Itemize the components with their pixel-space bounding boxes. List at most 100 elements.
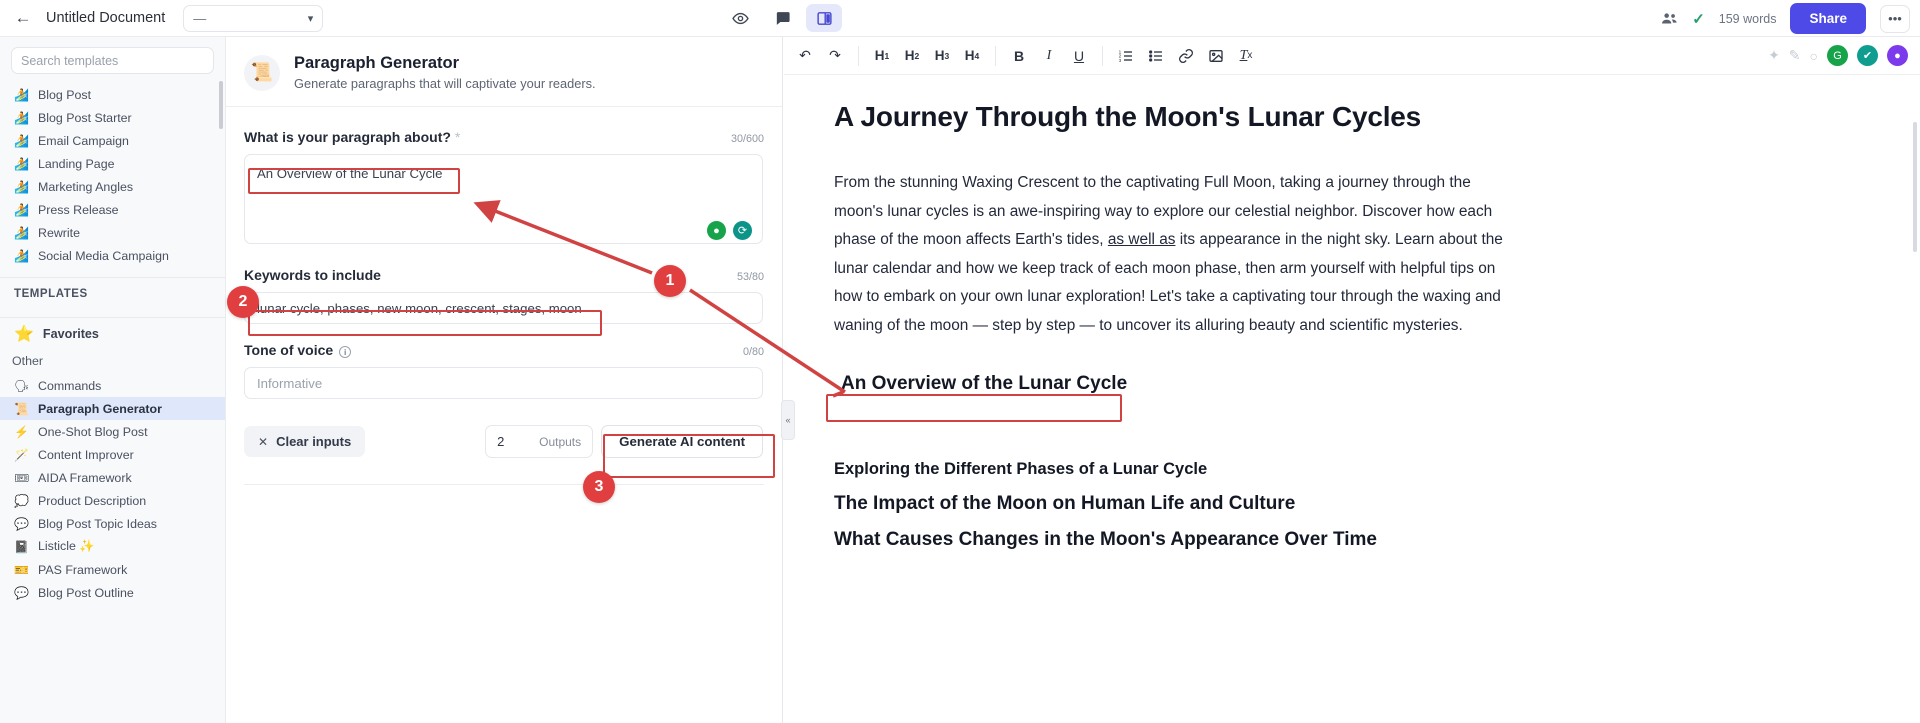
bullet-list-icon[interactable] [1142,42,1170,70]
paragraph-about-label: What is your paragraph about? * [244,129,460,145]
sidebar-item-label: Rewrite [38,225,80,240]
keywords-input[interactable] [244,292,763,324]
speech-balloon-icon: 💬 [14,516,29,531]
sidebar-item-social-media-campaign[interactable]: 🏄 Social Media Campaign [0,244,225,267]
back-arrow-icon[interactable]: ← [12,7,34,29]
heading-3-button[interactable]: H3 [928,42,956,70]
document-content[interactable]: A Journey Through the Moon's Lunar Cycle… [784,75,1920,551]
sidebar-item-commands[interactable]: 🗣 Commands [0,374,225,397]
clear-inputs-label: Clear inputs [276,434,352,450]
undo-icon[interactable]: ↶ [791,42,819,70]
sidebar-item-blog-post-starter[interactable]: 🏄 Blog Post Starter [0,106,225,129]
sidebar-scrollbar[interactable] [219,81,223,129]
ticket-icon: 🎟 [14,470,30,485]
outputs-stepper[interactable]: 2 Outputs [485,425,594,459]
recent-templates-list: 🏄 Blog Post 🏄 Blog Post Starter 🏄 Email … [0,83,225,269]
form-body: What is your paragraph about?* 30/600 ● … [226,107,782,486]
toolbar-divider-3 [1102,45,1103,66]
bold-button[interactable]: B [1005,42,1033,70]
sidebar-item-landing-page[interactable]: 🏄 Landing Page [0,152,225,175]
sidebar-item-email-campaign[interactable]: 🏄 Email Campaign [0,129,225,152]
sidebar-item-press-release[interactable]: 🏄 Press Release [0,198,225,221]
sidebar-item-rewrite[interactable]: 🏄 Rewrite [0,221,225,244]
surfer-icon: 🏄 [14,133,29,148]
italic-button[interactable]: I [1035,42,1063,70]
sidebar-item-marketing-angles[interactable]: 🏄 Marketing Angles [0,175,225,198]
document-title: Untitled Document [46,10,166,26]
surfer-icon: 🏄 [14,179,29,194]
sidebar-item-content-improver[interactable]: 🪄 Content Improver [0,443,225,466]
shield-check-icon[interactable]: ✔ [1857,45,1878,66]
sidebar-item-label: Paragraph Generator [38,401,162,416]
surfer-icon: 🏄 [14,202,29,217]
heading-2-button[interactable]: H2 [898,42,926,70]
surfer-icon: 🏄 [14,110,29,125]
keywords-field: Keywords to include 53/80 [244,267,764,324]
sidebar-item-listicle[interactable]: 📓 Listicle ✨ [0,535,225,558]
keywords-label: Keywords to include [244,267,381,283]
grammarly-icon[interactable]: G [1827,45,1848,66]
sidebar-item-favorites[interactable]: ⭐ Favorites [0,318,225,350]
paragraph-about-input[interactable] [244,154,763,244]
notebook-icon: 📓 [14,539,29,554]
svg-text:3: 3 [1119,58,1122,63]
collapse-panel-icon[interactable]: « [781,400,795,440]
tone-field-head: Tone of voice i 0/80 [244,342,764,359]
more-options-button[interactable]: ••• [1880,4,1910,33]
templates-list: 🗣 Commands 📜 Paragraph Generator ⚡ One-S… [0,374,225,606]
keywords-field-head: Keywords to include 53/80 [244,267,764,283]
sidebar-item-one-shot-blog-post[interactable]: ⚡ One-Shot Blog Post [0,420,225,443]
document-heading-1: A Journey Through the Moon's Lunar Cycle… [834,101,1422,132]
magic-wand-icon[interactable]: ✦ [1768,47,1780,64]
sidebar-item-blog-post-topic-ideas[interactable]: 💬 Blog Post Topic Ideas [0,512,225,535]
sidebar-section-templates: TEMPLATES [14,288,88,300]
sidebar-item-label: PAS Framework [38,562,128,577]
document-mode-select[interactable]: — ▾ [183,4,324,32]
ordered-list-icon[interactable]: 1 2 3 [1112,42,1140,70]
surfer-icon: 🏄 [14,225,29,240]
search-templates-input[interactable] [11,47,214,74]
sidebar-item-pas-framework[interactable]: 🎫 PAS Framework [0,558,225,581]
account-avatar[interactable]: ● [1887,45,1908,66]
sidebar-item-product-description[interactable]: 💭 Product Description [0,489,225,512]
surfer-icon: 🏄 [14,87,29,102]
people-icon[interactable] [1661,11,1678,26]
sidebar-item-label: One-Shot Blog Post [38,424,148,439]
sidebar-item-label: Blog Post Topic Ideas [38,516,157,531]
top-bar-right: ✓ 159 words Share ••• [1661,0,1910,37]
document-subheading-2: The Impact of the Moon on Human Life and… [834,493,1296,514]
surfer-icon: 🏄 [14,248,29,263]
mood-icon[interactable]: ○ [1810,48,1818,64]
outputs-label: Outputs [539,434,582,449]
paragraph-about-counter: 30/600 [730,133,764,145]
clear-formatting-icon[interactable]: Tx [1232,42,1260,70]
sparkle-suggest-icon[interactable]: ● [707,221,726,240]
info-icon[interactable]: i [339,346,352,359]
redo-icon[interactable]: ↷ [821,42,849,70]
tone-input[interactable] [244,367,763,400]
bolt-icon: ⚡ [14,424,29,439]
heading-4-button[interactable]: H4 [958,42,986,70]
editor-scrollbar[interactable] [1913,122,1917,252]
generate-ai-content-button[interactable]: Generate AI content [601,425,763,459]
annotation-badge-1: 1 [654,265,686,297]
sidebar-item-blog-post[interactable]: 🏄 Blog Post [0,83,225,106]
image-icon[interactable] [1202,42,1230,70]
sidebar-item-aida-framework[interactable]: 🎟 AIDA Framework [0,466,225,489]
refresh-icon[interactable]: ⟳ [733,221,752,240]
sidebar-item-label: Blog Post Starter [38,110,132,125]
pen-icon[interactable]: ✎ [1789,47,1801,64]
share-button[interactable]: Share [1790,3,1866,34]
underline-button[interactable]: U [1065,42,1093,70]
heading-1-button[interactable]: H1 [868,42,896,70]
preview-eye-icon[interactable] [722,4,758,32]
paragraph-about-field-head: What is your paragraph about? * 30/600 [244,129,764,145]
sidebar-item-label: Social Media Campaign [38,248,169,263]
link-icon[interactable] [1172,42,1200,70]
comment-icon[interactable] [764,4,800,32]
sidebar-item-paragraph-generator[interactable]: 📜 Paragraph Generator [0,397,225,420]
clear-inputs-button[interactable]: ✕ Clear inputs [244,426,366,458]
sidebar-item-blog-post-outline[interactable]: 💬 Blog Post Outline [0,581,225,604]
split-view-icon[interactable] [806,4,842,32]
paragraph-about-label-text: What is your paragraph about? [244,129,451,145]
